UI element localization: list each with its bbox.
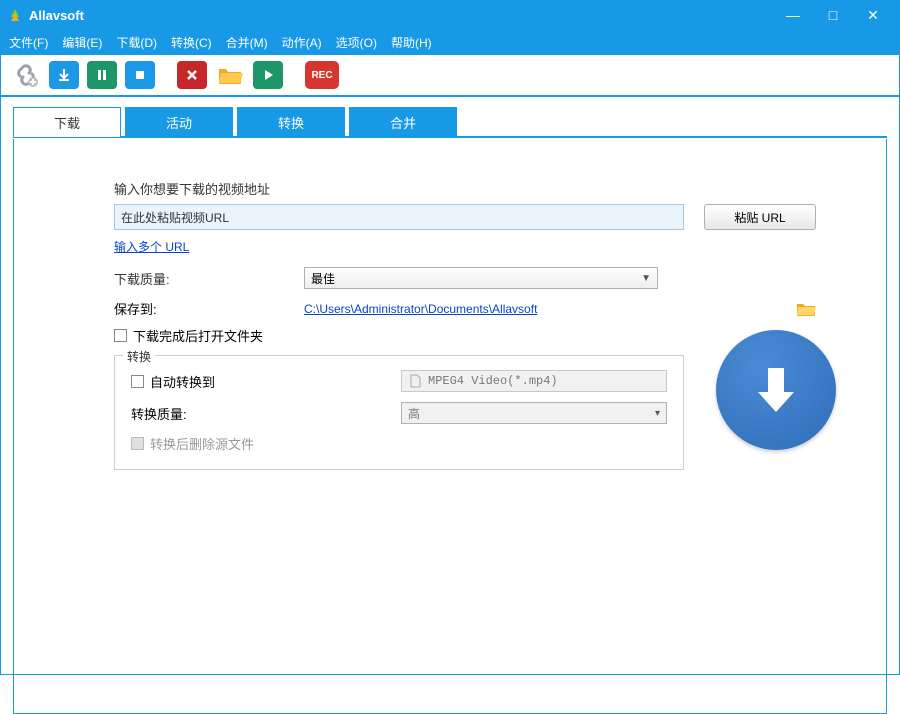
quality-value: 最佳 [311, 270, 335, 287]
format-value: MPEG4 Video(*.mp4) [428, 374, 558, 388]
close-button[interactable]: ✕ [853, 7, 893, 24]
tab-download[interactable]: 下载 [13, 107, 121, 137]
saveto-label: 保存到: [114, 299, 304, 318]
convert-quality-label: 转换质量: [131, 404, 187, 423]
convert-legend: 转换 [123, 348, 155, 365]
browse-folder-icon[interactable] [796, 301, 816, 317]
tab-bar: 下载 活动 转换 合并 [1, 97, 899, 137]
delete-icon[interactable] [177, 61, 207, 89]
format-select[interactable]: MPEG4 Video(*.mp4) [401, 370, 667, 392]
quality-label: 下载质量: [114, 269, 304, 288]
download-icon[interactable] [49, 61, 79, 89]
tab-convert[interactable]: 转换 [237, 107, 345, 137]
maximize-button[interactable]: □ [813, 7, 853, 23]
multi-url-link[interactable]: 输入多个 URL [114, 240, 189, 254]
pause-icon[interactable] [87, 61, 117, 89]
open-folder-icon[interactable] [215, 61, 245, 89]
download-arrow-icon [744, 358, 808, 422]
menu-bar: 文件(F) 编辑(E) 下载(D) 转换(C) 合并(M) 动作(A) 选项(O… [1, 29, 899, 55]
link-icon[interactable] [11, 61, 41, 89]
file-icon [408, 374, 422, 388]
menu-action[interactable]: 动作(A) [282, 34, 322, 51]
saveto-path[interactable]: C:\Users\Administrator\Documents\Allavso… [304, 302, 788, 316]
menu-option[interactable]: 选项(O) [336, 34, 377, 51]
convert-quality-select[interactable]: 高 ▾ [401, 402, 667, 424]
convert-quality-value: 高 [408, 405, 420, 422]
stop-icon[interactable] [125, 61, 155, 89]
open-folder-label: 下载完成后打开文件夹 [133, 326, 263, 345]
url-prompt-label: 输入你想要下载的视频地址 [114, 179, 816, 198]
content-panel: 输入你想要下载的视频地址 粘贴 URL 输入多个 URL 下载质量: 最佳 ▼ … [14, 139, 886, 480]
delete-source-checkbox [131, 437, 144, 450]
app-logo-icon [7, 7, 23, 23]
big-download-button[interactable] [716, 330, 836, 450]
menu-edit[interactable]: 编辑(E) [62, 34, 102, 51]
auto-convert-checkbox[interactable] [131, 375, 144, 388]
minimize-button[interactable]: — [773, 7, 813, 23]
menu-help[interactable]: 帮助(H) [391, 34, 432, 51]
menu-download[interactable]: 下载(D) [116, 34, 157, 51]
tab-activity[interactable]: 活动 [125, 107, 233, 137]
open-folder-checkbox[interactable] [114, 329, 127, 342]
delete-source-label: 转换后删除源文件 [150, 434, 254, 453]
paste-url-button[interactable]: 粘贴 URL [704, 204, 816, 230]
record-icon[interactable]: REC [305, 61, 339, 89]
tab-merge[interactable]: 合并 [349, 107, 457, 137]
menu-convert[interactable]: 转换(C) [171, 34, 212, 51]
quality-select[interactable]: 最佳 ▼ [304, 267, 658, 289]
window-title: Allavsoft [29, 8, 773, 23]
chevron-down-icon: ▼ [641, 273, 651, 284]
menu-merge[interactable]: 合并(M) [226, 34, 268, 51]
play-icon[interactable] [253, 61, 283, 89]
chevron-down-icon: ▾ [655, 408, 660, 419]
toolbar: REC [1, 55, 899, 97]
auto-convert-label: 自动转换到 [150, 372, 215, 391]
url-input[interactable] [114, 204, 684, 230]
convert-fieldset: 转换 自动转换到 MPEG4 Video(*.mp4) 转换质量: 高 ▾ 转换… [114, 355, 684, 470]
menu-file[interactable]: 文件(F) [9, 34, 48, 51]
